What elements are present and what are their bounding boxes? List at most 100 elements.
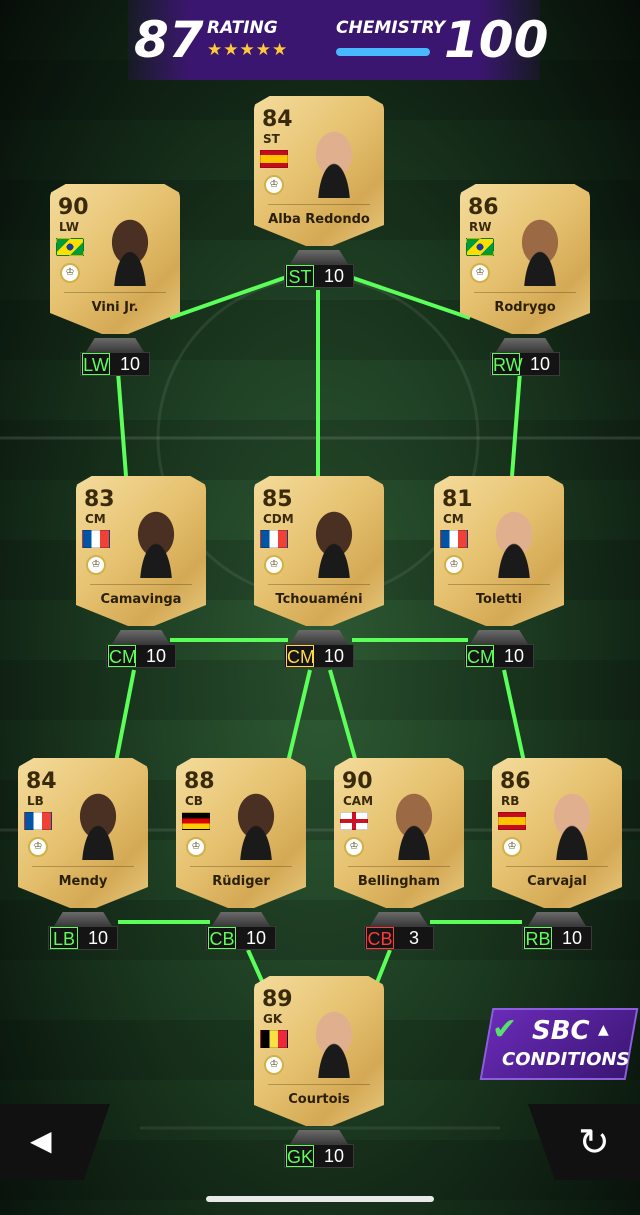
card-name: Rodrygo (494, 300, 556, 315)
card-position: LB (27, 794, 44, 808)
card-divider (268, 1084, 370, 1085)
card-position: CM (443, 512, 464, 526)
slot-position: ST (286, 265, 314, 287)
slot-cb[interactable]: CB 10 (206, 912, 276, 952)
slot-position: LB (50, 927, 78, 949)
player-card-rcm[interactable]: 81 CM ♔ Toletti (434, 476, 564, 626)
reset-icon: ↻ (578, 1120, 610, 1164)
card-rating: 90 (342, 769, 373, 794)
slot-rw[interactable]: RW 10 (490, 338, 560, 378)
home-indicator[interactable] (206, 1196, 434, 1202)
card-name: Rüdiger (212, 874, 270, 889)
card-position: GK (263, 1012, 283, 1026)
card-position: CDM (263, 512, 294, 526)
player-card-cdm[interactable]: 85 CDM ♔ Tchouaméni (254, 476, 384, 626)
slot-position: CM (286, 645, 315, 667)
card-divider (506, 866, 608, 867)
slot-position: GK (286, 1145, 314, 1167)
spain-flag-icon (260, 150, 288, 168)
slot-rb[interactable]: RB 10 (522, 912, 592, 952)
player-card-lb[interactable]: 84 LB ♔ Mendy (18, 758, 148, 908)
player-card-cam[interactable]: 90 CAM ♔ Bellingham (334, 758, 464, 908)
card-position: CB (185, 794, 203, 808)
player-photo (63, 776, 133, 860)
card-position: CM (85, 512, 106, 526)
slot-lb[interactable]: LB 10 (48, 912, 118, 952)
card-divider (32, 866, 134, 867)
card-rating: 85 (262, 487, 293, 512)
slot-rcm[interactable]: CM 10 (464, 630, 534, 670)
card-divider (448, 584, 550, 585)
card-divider (190, 866, 292, 867)
slot-cm[interactable]: CM 10 (284, 630, 354, 670)
slot-st[interactable]: ST 10 (284, 250, 354, 290)
player-card-lw[interactable]: 90 LW ♔ Vini Jr. (50, 184, 180, 334)
england-flag-icon (340, 812, 368, 830)
player-photo (299, 994, 369, 1078)
chevron-up-icon: ▲ (598, 1022, 609, 1038)
brazil-flag-icon (56, 238, 84, 256)
squad-rating-value: 87 (134, 11, 204, 69)
player-photo (121, 494, 191, 578)
club-crest-icon: ♔ (502, 837, 522, 857)
checkmark-icon: ✔ (492, 1012, 518, 1047)
chemistry-value: 100 (444, 11, 549, 69)
slot-position: RW (492, 353, 523, 375)
player-photo (221, 776, 291, 860)
club-crest-icon: ♔ (28, 837, 48, 857)
spain-flag-icon (498, 812, 526, 830)
squad-rating-label: RATING (207, 18, 278, 38)
brazil-flag-icon (466, 238, 494, 256)
card-rating: 89 (262, 987, 293, 1012)
player-card-gk[interactable]: 89 GK ♔ Courtois (254, 976, 384, 1126)
player-photo (537, 776, 607, 860)
player-card-st[interactable]: 84 ST ♔ Alba Redondo (254, 96, 384, 246)
card-rating: 84 (262, 107, 293, 132)
club-crest-icon: ♔ (86, 555, 106, 575)
card-position: CAM (343, 794, 374, 808)
player-photo (299, 114, 369, 198)
chemistry-label: CHEMISTRY (336, 18, 446, 38)
club-crest-icon: ♔ (264, 555, 284, 575)
club-crest-icon: ♔ (186, 837, 206, 857)
card-rating: 86 (500, 769, 531, 794)
france-flag-icon (260, 530, 288, 548)
player-photo (299, 494, 369, 578)
slot-chemistry: 10 (529, 354, 551, 374)
player-card-rb[interactable]: 86 RB ♔ Carvajal (492, 758, 622, 908)
player-card-cb[interactable]: 88 CB ♔ Rüdiger (176, 758, 306, 908)
belgium-flag-icon (260, 1030, 288, 1048)
card-position: LW (59, 220, 79, 234)
card-name: Carvajal (527, 874, 587, 889)
slot-chemistry: 10 (245, 928, 267, 948)
card-name: Alba Redondo (268, 212, 370, 227)
germany-flag-icon (182, 812, 210, 830)
card-position: ST (263, 132, 280, 146)
card-rating: 90 (58, 195, 89, 220)
card-name: Tchouaméni (275, 592, 363, 607)
card-name: Bellingham (357, 874, 441, 889)
club-crest-icon: ♔ (444, 555, 464, 575)
card-rating: 86 (468, 195, 499, 220)
card-position: RW (469, 220, 492, 234)
card-name: Toletti (475, 592, 523, 607)
player-card-rw[interactable]: 86 RW ♔ Rodrygo (460, 184, 590, 334)
card-divider (268, 204, 370, 205)
club-crest-icon: ♔ (344, 837, 364, 857)
card-divider (64, 292, 166, 293)
club-crest-icon: ♔ (264, 175, 284, 195)
france-flag-icon (440, 530, 468, 548)
slot-cb-red[interactable]: CB 3 (364, 912, 434, 952)
card-name: Vini Jr. (91, 300, 139, 315)
slot-gk[interactable]: GK 10 (284, 1130, 354, 1170)
slot-position: RB (524, 927, 552, 949)
france-flag-icon (24, 812, 52, 830)
card-name: Camavinga (100, 592, 182, 607)
card-rating: 83 (84, 487, 115, 512)
player-photo (479, 494, 549, 578)
player-card-lcm[interactable]: 83 CM ♔ Camavinga (76, 476, 206, 626)
slot-lcm[interactable]: CM 10 (106, 630, 176, 670)
slot-position: CB (366, 927, 394, 949)
card-position: RB (501, 794, 520, 808)
slot-lw[interactable]: LW 10 (80, 338, 150, 378)
